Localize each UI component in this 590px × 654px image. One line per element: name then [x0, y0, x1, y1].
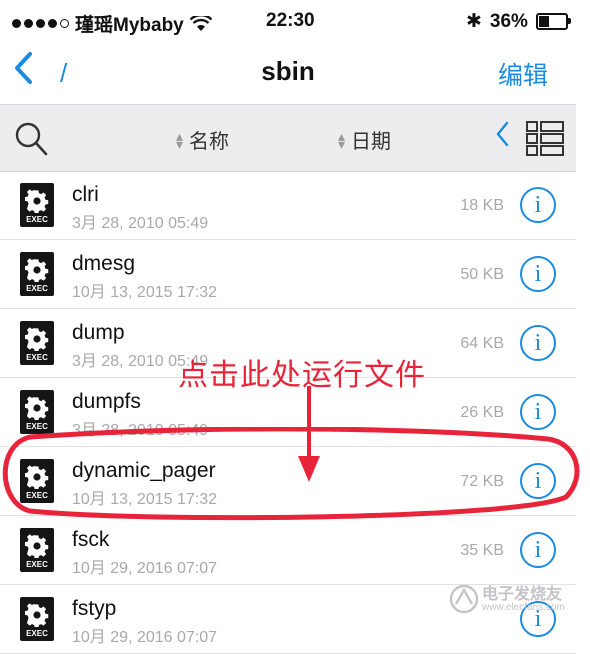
sort-toolbar: ▴ ▾ 名称 ▴ ▾ 日期 — [0, 104, 576, 172]
gear-icon — [25, 189, 49, 213]
file-name: fsck — [72, 528, 110, 551]
file-date: 10月 29, 2016 07:07 — [72, 560, 218, 577]
annotation-ellipse — [2, 427, 580, 521]
info-icon[interactable]: i — [520, 532, 556, 568]
watermark-line2: www.elecfans.com — [482, 602, 565, 613]
navigation-bar: / sbin 编辑 — [0, 42, 576, 102]
sort-arrows-icon: ▴ ▾ — [176, 127, 184, 152]
file-size: 35 KB — [460, 542, 504, 559]
file-row[interactable]: EXEC clri 3月 28, 2010 05:49 18 KB i — [0, 171, 576, 240]
file-date: 3月 28, 2010 05:49 — [72, 215, 209, 232]
file-row[interactable]: EXEC dmesg 10月 13, 2015 17:32 50 KB i — [0, 240, 576, 309]
file-size: 64 KB — [460, 335, 504, 352]
info-icon[interactable]: i — [520, 394, 556, 430]
status-time: 22:30 — [266, 10, 315, 31]
exec-file-icon: EXEC — [20, 597, 54, 641]
battery-icon — [535, 13, 571, 30]
page-title: sbin — [261, 56, 315, 86]
status-right-group: ✱ 36% — [466, 10, 571, 33]
exec-label: EXEC — [26, 353, 48, 362]
file-date: 10月 29, 2016 07:07 — [72, 629, 218, 646]
info-icon[interactable]: i — [520, 325, 556, 361]
exec-label: EXEC — [26, 629, 48, 638]
sort-arrows-icon: ▴ ▾ — [338, 127, 346, 152]
gear-icon — [25, 534, 49, 558]
exec-label: EXEC — [26, 215, 48, 224]
file-name: dump — [72, 321, 125, 344]
status-bar: 瑾瑶Mybaby 22:30 ✱ 36% — [0, 0, 576, 42]
exec-file-icon: EXEC — [20, 252, 54, 296]
exec-file-icon: EXEC — [20, 183, 54, 227]
carrier-group: 瑾瑶Mybaby — [12, 10, 212, 37]
list-view-icon[interactable] — [526, 121, 564, 162]
exec-file-icon: EXEC — [20, 321, 54, 365]
signal-strength-icon — [12, 19, 69, 28]
collapse-chevron-icon[interactable] — [494, 119, 510, 156]
exec-label: EXEC — [26, 284, 48, 293]
info-icon[interactable]: i — [520, 256, 556, 292]
info-icon[interactable]: i — [520, 187, 556, 223]
file-size: 50 KB — [460, 266, 504, 283]
sort-by-date-button[interactable]: ▴ ▾ 日期 — [338, 125, 391, 154]
edit-button[interactable]: 编辑 — [498, 56, 548, 92]
wifi-icon — [189, 15, 212, 31]
watermark-logo: 电子发烧友 www.elecfans.com — [448, 578, 588, 620]
file-size: 26 KB — [460, 404, 504, 421]
gear-icon — [25, 327, 49, 351]
watermark-icon — [449, 584, 479, 614]
bluetooth-icon: ✱ — [466, 11, 482, 32]
sort-by-name-button[interactable]: ▴ ▾ 名称 — [176, 125, 229, 154]
carrier-name: 瑾瑶Mybaby — [75, 15, 184, 36]
sort-date-label: 日期 — [351, 131, 392, 153]
file-name: dumpfs — [72, 390, 141, 413]
battery-percent: 36% — [489, 10, 528, 32]
file-date: 10月 13, 2015 17:32 — [72, 284, 218, 301]
watermark-line1: 电子发烧友 — [482, 586, 563, 603]
exec-label: EXEC — [26, 560, 48, 569]
sort-name-label: 名称 — [189, 131, 230, 153]
file-size: 18 KB — [460, 197, 504, 214]
file-row[interactable]: EXEC fsck 10月 29, 2016 07:07 35 KB i — [0, 516, 576, 585]
file-name: clri — [72, 183, 99, 206]
gear-icon — [25, 258, 49, 282]
gear-icon — [25, 396, 49, 420]
file-name: dmesg — [72, 252, 136, 275]
gear-icon — [25, 603, 49, 627]
exec-file-icon: EXEC — [20, 528, 54, 572]
search-icon[interactable] — [14, 121, 48, 156]
file-name: fstyp — [72, 597, 117, 620]
